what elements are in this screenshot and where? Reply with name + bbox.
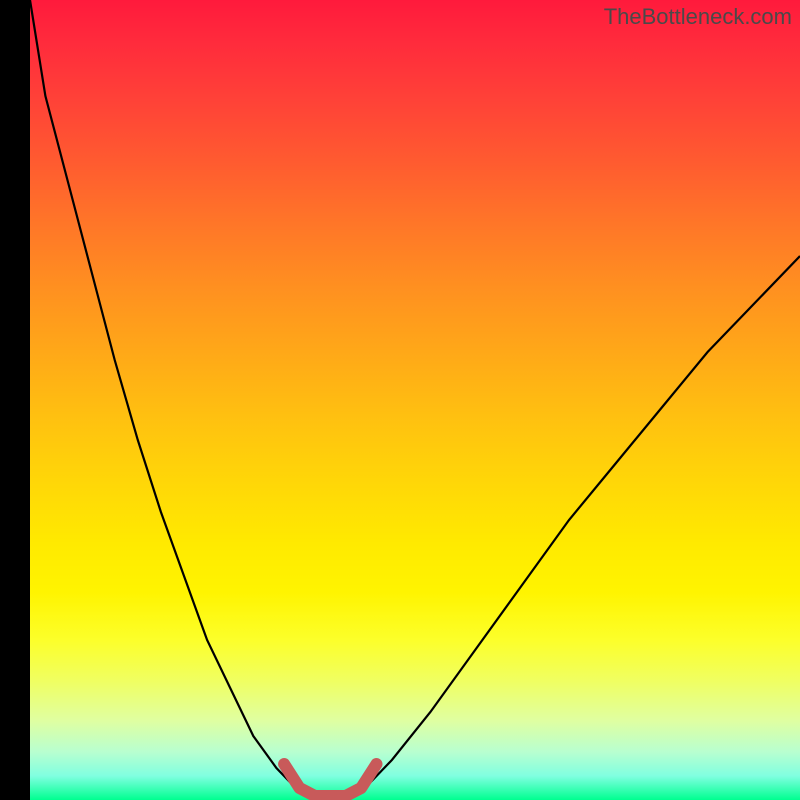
watermark-text: TheBottleneck.com <box>604 4 792 30</box>
right-curve <box>361 256 800 792</box>
left-curve <box>30 0 300 792</box>
chart-plot-area <box>30 0 800 800</box>
chart-svg <box>30 0 800 800</box>
valley-flat-segment <box>284 764 376 796</box>
